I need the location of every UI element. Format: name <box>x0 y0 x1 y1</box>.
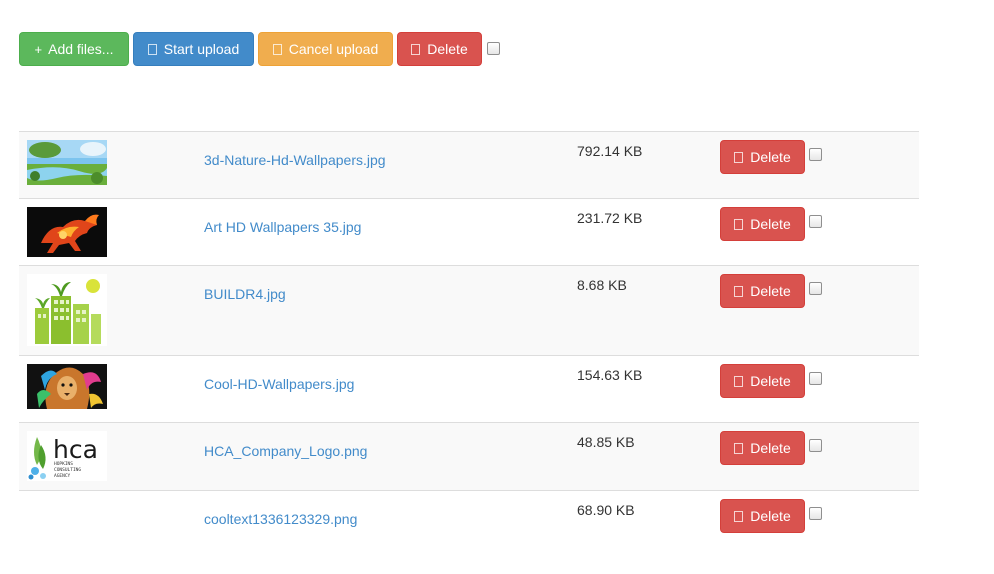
start-upload-button[interactable]: Start upload <box>133 32 254 66</box>
delete-file-label: Delete <box>750 149 791 165</box>
file-size: 231.72 KB <box>577 210 643 226</box>
delete-file-button[interactable]: Delete <box>720 207 805 241</box>
delete-file-button[interactable]: Delete <box>720 431 805 465</box>
file-thumbnail[interactable] <box>27 274 107 346</box>
file-size: 8.68 KB <box>577 277 627 293</box>
file-select-checkbox[interactable] <box>809 148 822 161</box>
trash-icon <box>734 151 744 163</box>
file-size: 68.90 KB <box>577 502 635 518</box>
hca-logo-text: hca <box>53 435 98 464</box>
delete-all-label: Delete <box>427 41 468 57</box>
delete-file-label: Delete <box>750 508 791 524</box>
table-row: hca HOPKINS CONSULTING AGENCY HCA_Compan… <box>19 423 919 491</box>
hca-logo-subtext: AGENCY <box>54 473 71 479</box>
upload-toolbar: + Add files... Start upload Cancel uploa… <box>19 32 500 66</box>
file-name-link[interactable]: Art HD Wallpapers 35.jpg <box>204 219 361 235</box>
cancel-upload-button[interactable]: Cancel upload <box>258 32 393 66</box>
file-thumbnail[interactable] <box>27 207 107 257</box>
delete-file-button[interactable]: Delete <box>720 274 805 308</box>
file-thumbnail[interactable] <box>27 140 107 185</box>
cancel-upload-label: Cancel upload <box>288 41 379 57</box>
ban-icon <box>272 43 282 55</box>
plus-icon: + <box>34 41 43 57</box>
table-row: 3d-Nature-Hd-Wallpapers.jpg 792.14 KB De… <box>19 132 919 199</box>
file-select-checkbox[interactable] <box>809 215 822 228</box>
table-row: Art HD Wallpapers 35.jpg 231.72 KB Delet… <box>19 199 919 266</box>
add-files-label: Add files... <box>48 41 114 57</box>
upload-icon <box>147 43 157 55</box>
file-name-link[interactable]: BUILDR4.jpg <box>204 286 286 302</box>
hca-logo-subtext: HOPKINS <box>54 461 73 467</box>
table-row: BUILDR4.jpg 8.68 KB Delete <box>19 266 919 356</box>
delete-file-label: Delete <box>750 440 791 456</box>
file-thumbnail[interactable] <box>27 364 107 409</box>
file-size: 792.14 KB <box>577 143 643 159</box>
delete-all-button[interactable]: Delete <box>397 32 482 66</box>
file-thumbnail[interactable] <box>27 499 107 505</box>
trash-icon <box>734 442 744 454</box>
trash-icon <box>734 218 744 230</box>
delete-file-button[interactable]: Delete <box>720 140 805 174</box>
file-size: 48.85 KB <box>577 434 635 450</box>
start-upload-label: Start upload <box>163 41 240 57</box>
file-name-link[interactable]: HCA_Company_Logo.png <box>204 443 367 459</box>
trash-icon <box>734 285 744 297</box>
file-thumbnail[interactable]: hca HOPKINS CONSULTING AGENCY <box>27 431 107 481</box>
add-files-button[interactable]: + Add files... <box>19 32 129 66</box>
file-select-checkbox[interactable] <box>809 282 822 295</box>
delete-file-label: Delete <box>750 283 791 299</box>
file-size: 154.63 KB <box>577 367 643 383</box>
file-select-checkbox[interactable] <box>809 372 822 385</box>
delete-file-label: Delete <box>750 373 791 389</box>
delete-file-button[interactable]: Delete <box>720 499 805 533</box>
delete-file-label: Delete <box>750 216 791 232</box>
file-select-checkbox[interactable] <box>809 507 822 520</box>
file-name-link[interactable]: cooltext1336123329.png <box>204 511 357 527</box>
file-name-link[interactable]: 3d-Nature-Hd-Wallpapers.jpg <box>204 152 386 168</box>
file-select-checkbox[interactable] <box>809 439 822 452</box>
trash-icon <box>734 510 744 522</box>
trash-icon <box>411 43 421 55</box>
table-row: cooltext1336123329.png 68.90 KB Delete <box>19 491 919 555</box>
file-name-link[interactable]: Cool-HD-Wallpapers.jpg <box>204 376 354 392</box>
hca-logo-subtext: CONSULTING <box>54 467 81 473</box>
table-row: Cool-HD-Wallpapers.jpg 154.63 KB Delete <box>19 356 919 423</box>
delete-file-button[interactable]: Delete <box>720 364 805 398</box>
file-list: 3d-Nature-Hd-Wallpapers.jpg 792.14 KB De… <box>19 131 919 555</box>
select-all-checkbox[interactable] <box>487 42 500 55</box>
trash-icon <box>734 375 744 387</box>
